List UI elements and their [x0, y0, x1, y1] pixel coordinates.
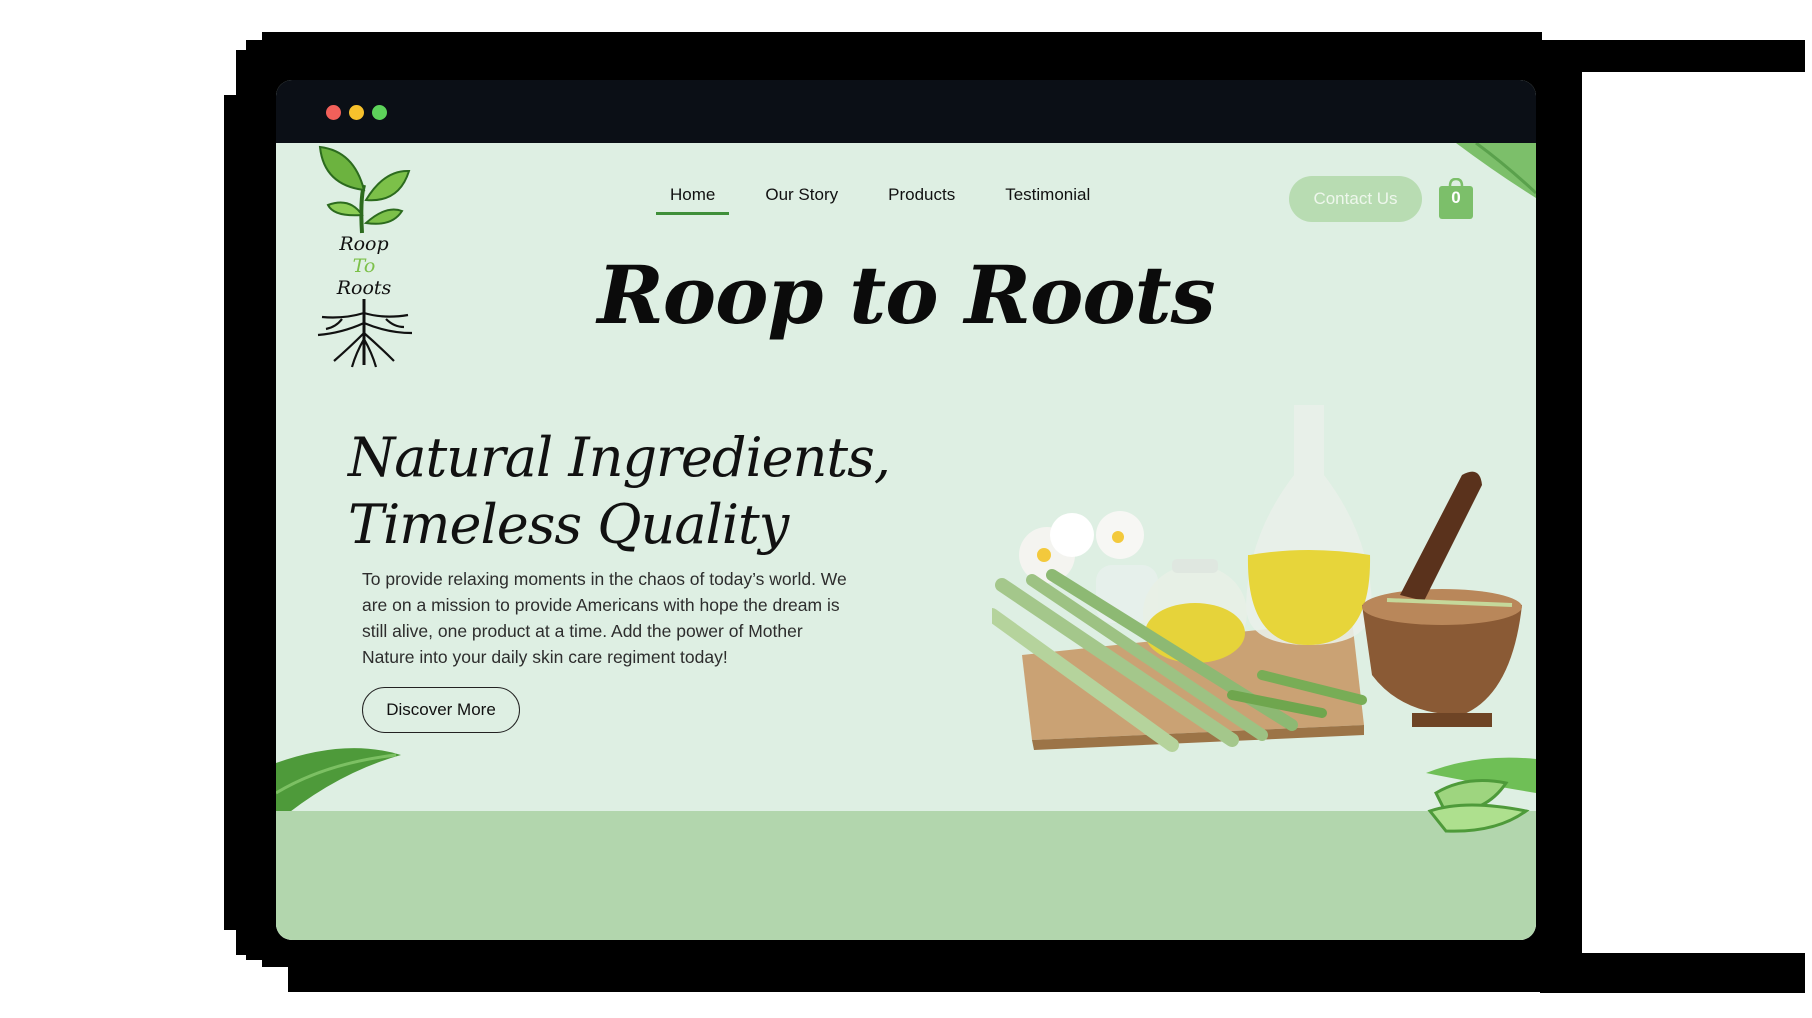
aloe-vera-icon: [1426, 757, 1536, 833]
brand-title: Roop to Roots: [597, 248, 1215, 342]
frame-shadow-right-bottom: [1540, 953, 1805, 993]
contact-us-button[interactable]: Contact Us: [1289, 176, 1422, 222]
discover-more-button[interactable]: Discover More: [362, 687, 520, 733]
frame-shadow-right: [1540, 40, 1582, 965]
tagline-line-1: Natural Ingredients,: [348, 426, 891, 489]
frame-shadow-left: [246, 40, 276, 960]
frame-shadow-bottom: [288, 940, 1548, 992]
main-nav: Home Our Story Products Testimonial: [655, 185, 1094, 215]
minimize-dot[interactable]: [349, 105, 364, 120]
frame-shadow-edge: [236, 50, 250, 955]
lemongrass-oil-mortar-image: [992, 405, 1522, 752]
tagline-line-2: Timeless Quality: [348, 493, 789, 556]
cart-button[interactable]: 0: [1438, 178, 1474, 220]
nav-item-products[interactable]: Products: [884, 185, 959, 215]
maximize-dot[interactable]: [372, 105, 387, 120]
plant-icon: [318, 145, 411, 234]
hero-description: To provide relaxing moments in the chaos…: [362, 569, 847, 667]
browser-window: Roop To Roots Home Our Story Products Te…: [276, 80, 1536, 940]
close-dot[interactable]: [326, 105, 341, 120]
title-bar: [276, 80, 1536, 143]
nav-item-our-story[interactable]: Our Story: [761, 185, 842, 215]
footer-band: [276, 811, 1536, 940]
nav-item-testimonial[interactable]: Testimonial: [1001, 185, 1094, 215]
page-content: Roop To Roots Home Our Story Products Te…: [276, 143, 1536, 940]
frame-shadow-outer: [224, 95, 238, 930]
cart-count-badge: 0: [1451, 188, 1461, 207]
nav-item-home[interactable]: Home: [655, 185, 730, 215]
